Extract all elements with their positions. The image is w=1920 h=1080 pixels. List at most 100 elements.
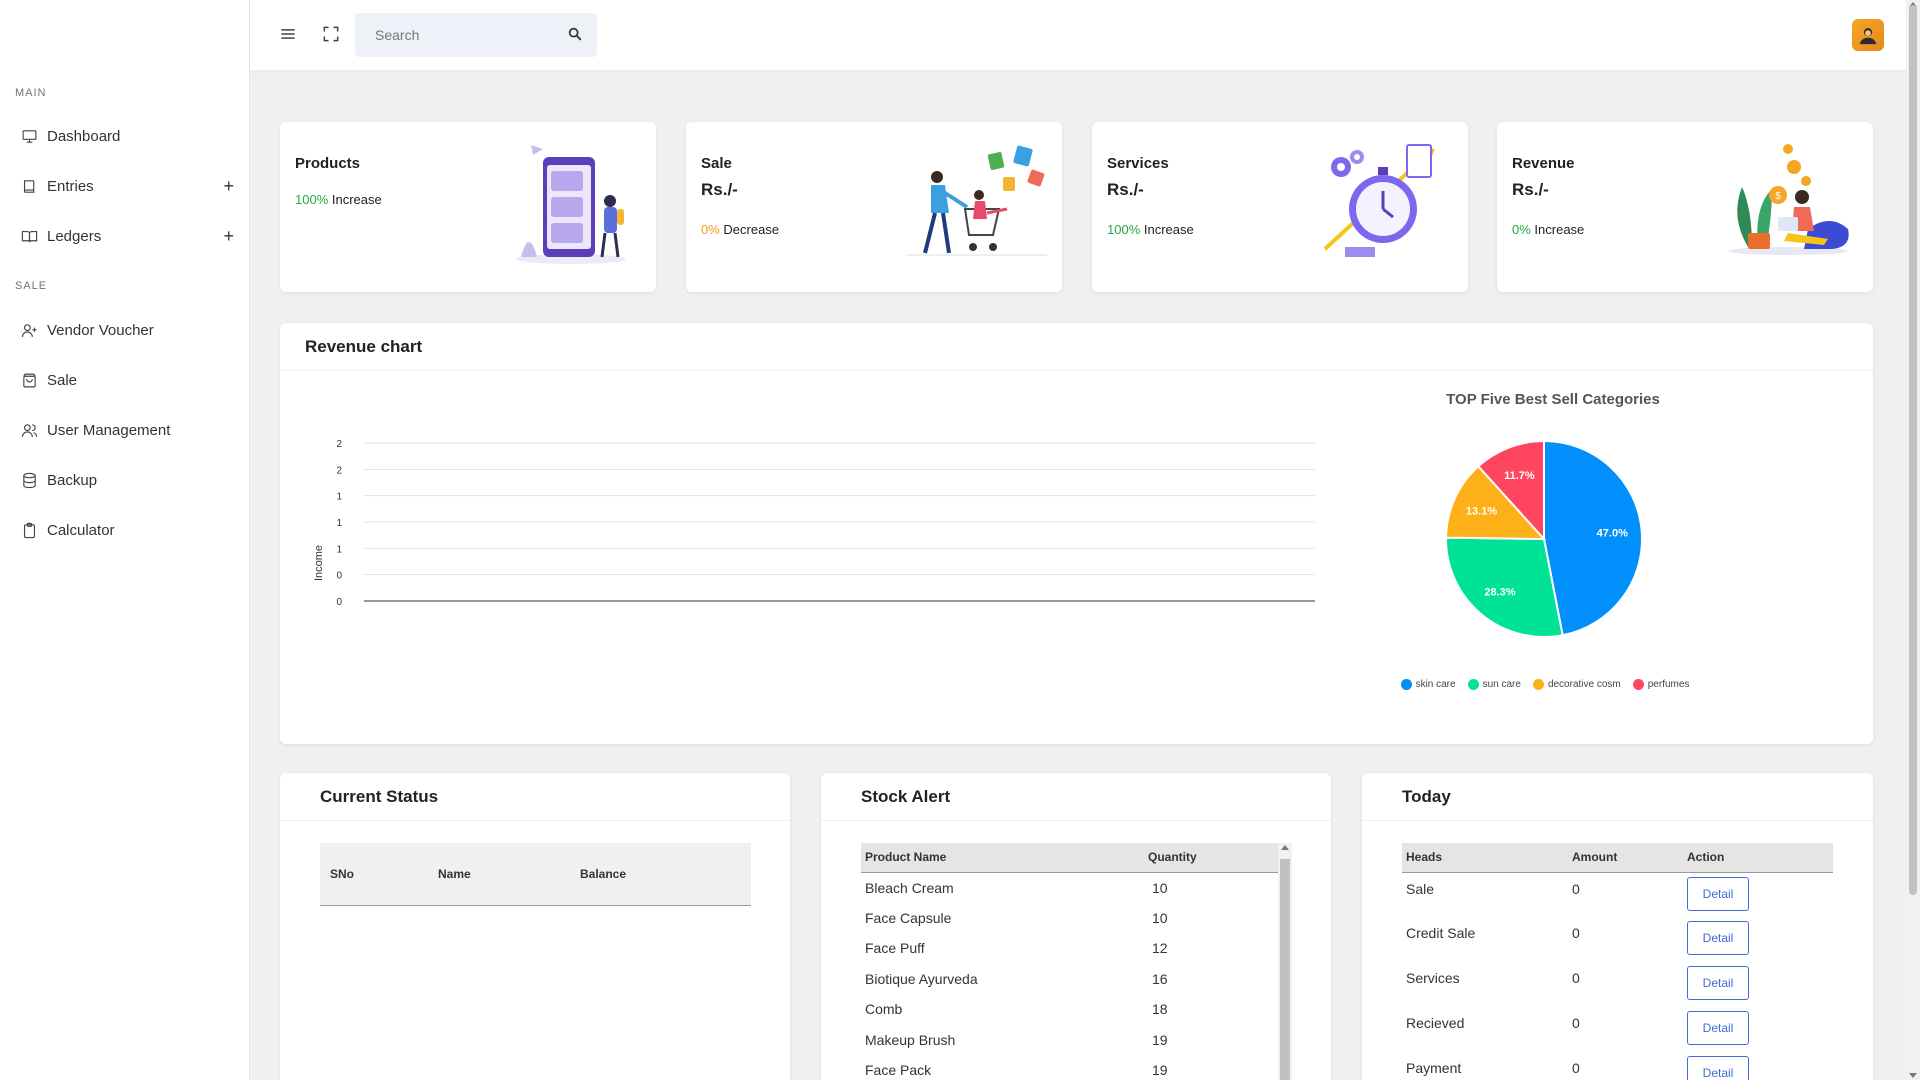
- pie-value-label: 47.0%: [1597, 527, 1628, 539]
- sidebar-item-entries[interactable]: Entries +: [0, 166, 250, 206]
- legend-marker: [1632, 679, 1644, 690]
- scroll-thumb[interactable]: [1909, 5, 1917, 895]
- fullscreen-icon[interactable]: [320, 23, 342, 45]
- search-input[interactable]: [355, 27, 555, 43]
- stat-amount: Rs./-: [1107, 180, 1144, 199]
- sidebar-item-sale[interactable]: Sale: [0, 360, 250, 400]
- table-row: Biotique Ayurveda 16: [861, 964, 1278, 995]
- stat-card-services: Services Rs./- 100% Increase: [1092, 122, 1468, 292]
- sidebar-item-label: Backup: [47, 471, 98, 489]
- shopping-cart-illustration: [907, 145, 1047, 256]
- amount-cell: 0: [1572, 880, 1580, 897]
- clipboard-icon: [20, 521, 38, 539]
- detail-button[interactable]: Detail: [1687, 966, 1749, 1000]
- stat-change-label: Increase: [331, 192, 382, 207]
- y-tick-label: 1: [336, 518, 342, 529]
- table-row: Face Capsule 10: [861, 903, 1278, 934]
- product-name-cell: Face Puff: [865, 940, 925, 957]
- detail-button[interactable]: Detail: [1687, 1056, 1749, 1080]
- detail-button[interactable]: Detail: [1687, 921, 1749, 955]
- legend-marker: [1400, 679, 1412, 690]
- legend-marker: [1467, 679, 1479, 690]
- avatar[interactable]: [1852, 19, 1884, 51]
- pie-value-label: 11.7%: [1504, 470, 1535, 482]
- sidebar-item-label: Ledgers: [47, 227, 102, 245]
- sidebar-item-ledgers[interactable]: Ledgers +: [0, 216, 250, 256]
- sidebar-item-label: Entries: [47, 177, 94, 195]
- column-header: SNo: [320, 843, 438, 905]
- expand-plus-icon[interactable]: +: [223, 176, 234, 197]
- sidebar-item-user-management[interactable]: User Management: [0, 410, 250, 450]
- table-row: Makeup Brush 19: [861, 1025, 1278, 1056]
- sidebar-item-vendor-voucher[interactable]: Vendor Voucher: [0, 310, 250, 350]
- sidebar: MAIN Dashboard Entries + Ledgers + SALE …: [0, 0, 250, 1080]
- stat-title: Sale: [701, 155, 732, 172]
- expand-plus-icon[interactable]: +: [223, 226, 234, 247]
- stat-change: 0% Decrease: [701, 222, 779, 237]
- detail-button[interactable]: Detail: [1687, 876, 1749, 911]
- head-cell: Payment: [1406, 1060, 1462, 1076]
- scroll-thumb[interactable]: [1280, 859, 1290, 1080]
- svg-text:$: $: [1775, 191, 1781, 202]
- stat-title: Services: [1107, 155, 1169, 172]
- stat-amount: Rs./-: [1512, 180, 1549, 199]
- legend-item[interactable]: sun care: [1467, 679, 1521, 690]
- stat-change-label: Increase: [1534, 222, 1585, 237]
- income-line-chart: Income 2 2 1 1 1 0 0: [313, 439, 1315, 608]
- quantity-cell: 16: [1152, 970, 1168, 987]
- sidebar-item-dashboard[interactable]: Dashboard: [0, 116, 250, 156]
- sidebar-item-label: Dashboard: [47, 127, 121, 145]
- card-header: Stock Alert: [821, 773, 1331, 821]
- menu-icon[interactable]: [277, 23, 299, 45]
- current-status-table: SNo Name Balance: [320, 843, 751, 906]
- quantity-cell: 19: [1152, 1062, 1168, 1079]
- scroll-up-arrow[interactable]: [1281, 845, 1289, 850]
- section-label-sale: SALE: [15, 280, 48, 292]
- scroll-down-arrow[interactable]: [1909, 1073, 1917, 1078]
- y-tick-label: 0: [336, 597, 342, 608]
- table-row: Bleach Cream 10: [861, 872, 1278, 903]
- pie-value-label: 13.1%: [1466, 506, 1497, 518]
- open-book-icon: [20, 227, 38, 245]
- stat-percent: 0%: [701, 222, 720, 237]
- stat-percent: 100%: [1107, 222, 1141, 237]
- shopping-bag-icon: [20, 371, 38, 389]
- table-row: Recieved 0 Detail: [1402, 1007, 1833, 1052]
- product-name-cell: Comb: [865, 1001, 903, 1018]
- monitor-icon: [20, 127, 38, 145]
- stock-alert-table-container[interactable]: Product Name Quantity Bleach Cream 10 Face…: [861, 843, 1292, 1080]
- column-header: Product Name: [861, 843, 1148, 873]
- legend-label: sun care: [1482, 679, 1521, 690]
- action-cell: Detail: [1687, 1052, 1833, 1080]
- quantity-cell: 19: [1152, 1031, 1168, 1048]
- card-header: Today: [1362, 773, 1873, 821]
- column-header: Action: [1687, 843, 1833, 873]
- legend-label: decorative cosm: [1547, 679, 1621, 690]
- chart-grid: 2 2 1 1 1 0 0: [336, 439, 1315, 608]
- detail-button[interactable]: Detail: [1687, 1011, 1749, 1045]
- sidebar-item-calculator[interactable]: Calculator: [0, 510, 250, 550]
- stat-card-sale: Sale Rs./- 0% Decrease: [686, 122, 1062, 292]
- legend-marker: [1532, 679, 1544, 690]
- action-cell: Detail: [1687, 1007, 1833, 1052]
- stat-change-label: Increase: [1143, 222, 1194, 237]
- table-scrollbar[interactable]: [1278, 843, 1292, 1080]
- legend-label: skin care: [1415, 679, 1456, 690]
- revenue-coins-illustration: $: [1728, 144, 1849, 255]
- column-header: Amount: [1572, 843, 1687, 873]
- stopwatch-illustration: [1323, 144, 1435, 257]
- product-name-cell: Bleach Cream: [865, 879, 954, 896]
- card-title: Stock Alert: [861, 787, 951, 806]
- legend-item[interactable]: perfumes: [1632, 679, 1689, 690]
- search-icon[interactable]: [567, 26, 583, 42]
- today-card: Today Heads Amount Action Sale 0 Detail Cre…: [1362, 773, 1873, 1080]
- legend-item[interactable]: skin care: [1400, 679, 1456, 690]
- today-table: Heads Amount Action Sale 0 Detail Credit Sa…: [1402, 843, 1833, 1080]
- legend-item[interactable]: decorative cosm: [1532, 679, 1621, 690]
- page-scrollbar[interactable]: [1906, 0, 1920, 1080]
- y-tick-label: 2: [336, 439, 342, 450]
- sidebar-item-backup[interactable]: Backup: [0, 460, 250, 500]
- product-name-cell: Makeup Brush: [865, 1031, 956, 1048]
- head-cell: Services: [1406, 970, 1460, 986]
- book-icon: [20, 177, 38, 195]
